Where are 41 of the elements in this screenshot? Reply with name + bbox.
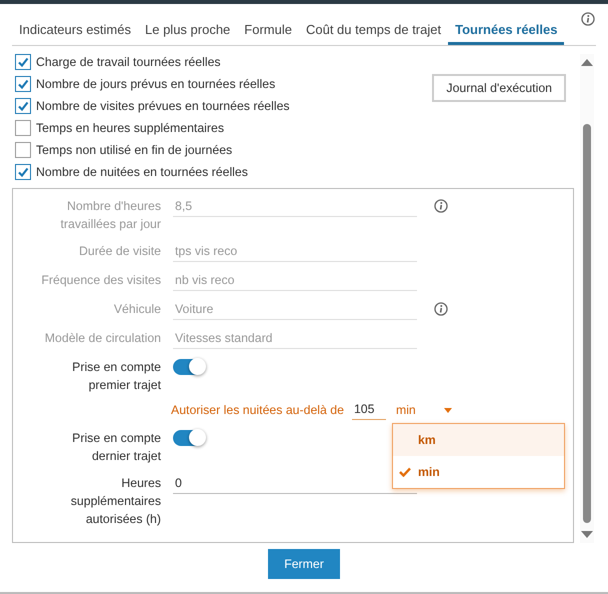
checkbox[interactable] <box>15 164 31 180</box>
checkbox-label: Temps en heures supplémentaires <box>36 121 224 135</box>
threshold-label: Autoriser les nuitées au-delà de <box>171 402 344 419</box>
close-button[interactable]: Fermer <box>268 549 340 579</box>
toggle-switch[interactable] <box>173 359 205 375</box>
dropdown-option[interactable]: km <box>392 424 564 456</box>
field-label: Modèle de circulation <box>44 330 161 347</box>
scroll-up-icon[interactable] <box>581 58 593 66</box>
toggle-label: Prise en compte dernier trajet <box>71 430 161 465</box>
caret-icon <box>444 408 452 412</box>
checkbox[interactable] <box>15 120 31 136</box>
checkbox[interactable] <box>15 54 31 70</box>
field-label: Véhicule <box>112 301 161 318</box>
checkbox[interactable] <box>15 142 31 158</box>
log-button[interactable]: Journal d'exécution <box>432 74 566 102</box>
dropdown-option[interactable]: min <box>392 456 564 488</box>
checkbox-label: Temps non utilisé en fin de journées <box>36 143 232 157</box>
scroll-down-icon[interactable] <box>581 531 593 539</box>
field-label: Durée de visite <box>78 243 161 260</box>
info-icon[interactable] <box>581 12 595 26</box>
field-label: Nombre d'heures travaillées par jour <box>60 198 161 233</box>
toggle-label: Prise en compte premier trajet <box>71 359 161 394</box>
checkbox-label: Charge de travail tournées réelles <box>36 55 221 69</box>
toggle-switch[interactable] <box>173 430 205 446</box>
field-label: Heures supplémentaires autorisées (h) <box>70 475 161 528</box>
tab[interactable]: Indicateurs estimés <box>12 16 138 45</box>
checkbox-label: Nombre de visites prévues en tournées réelles <box>36 99 290 113</box>
threshold-field[interactable]: 105 <box>352 401 386 420</box>
scrollbar-thumb[interactable] <box>583 124 591 523</box>
check-icon <box>398 467 411 477</box>
input-field[interactable]: 0 <box>173 474 417 494</box>
checkbox-label: Nombre de jours prévus en tournées réelles <box>36 77 276 91</box>
tab[interactable]: Formule <box>237 16 299 45</box>
tab[interactable]: Le plus proche <box>138 16 238 45</box>
checkbox-label: Nombre de nuitées en tournées réelles <box>36 165 248 179</box>
checkbox[interactable] <box>15 76 31 92</box>
tab[interactable]: Coût du temps de trajet <box>298 16 448 45</box>
field-label: Fréquence des visites <box>40 272 161 289</box>
checkbox[interactable] <box>15 98 31 114</box>
tab[interactable]: Tournées réelles <box>448 16 564 45</box>
unit-dropdown[interactable]: min <box>394 401 454 419</box>
